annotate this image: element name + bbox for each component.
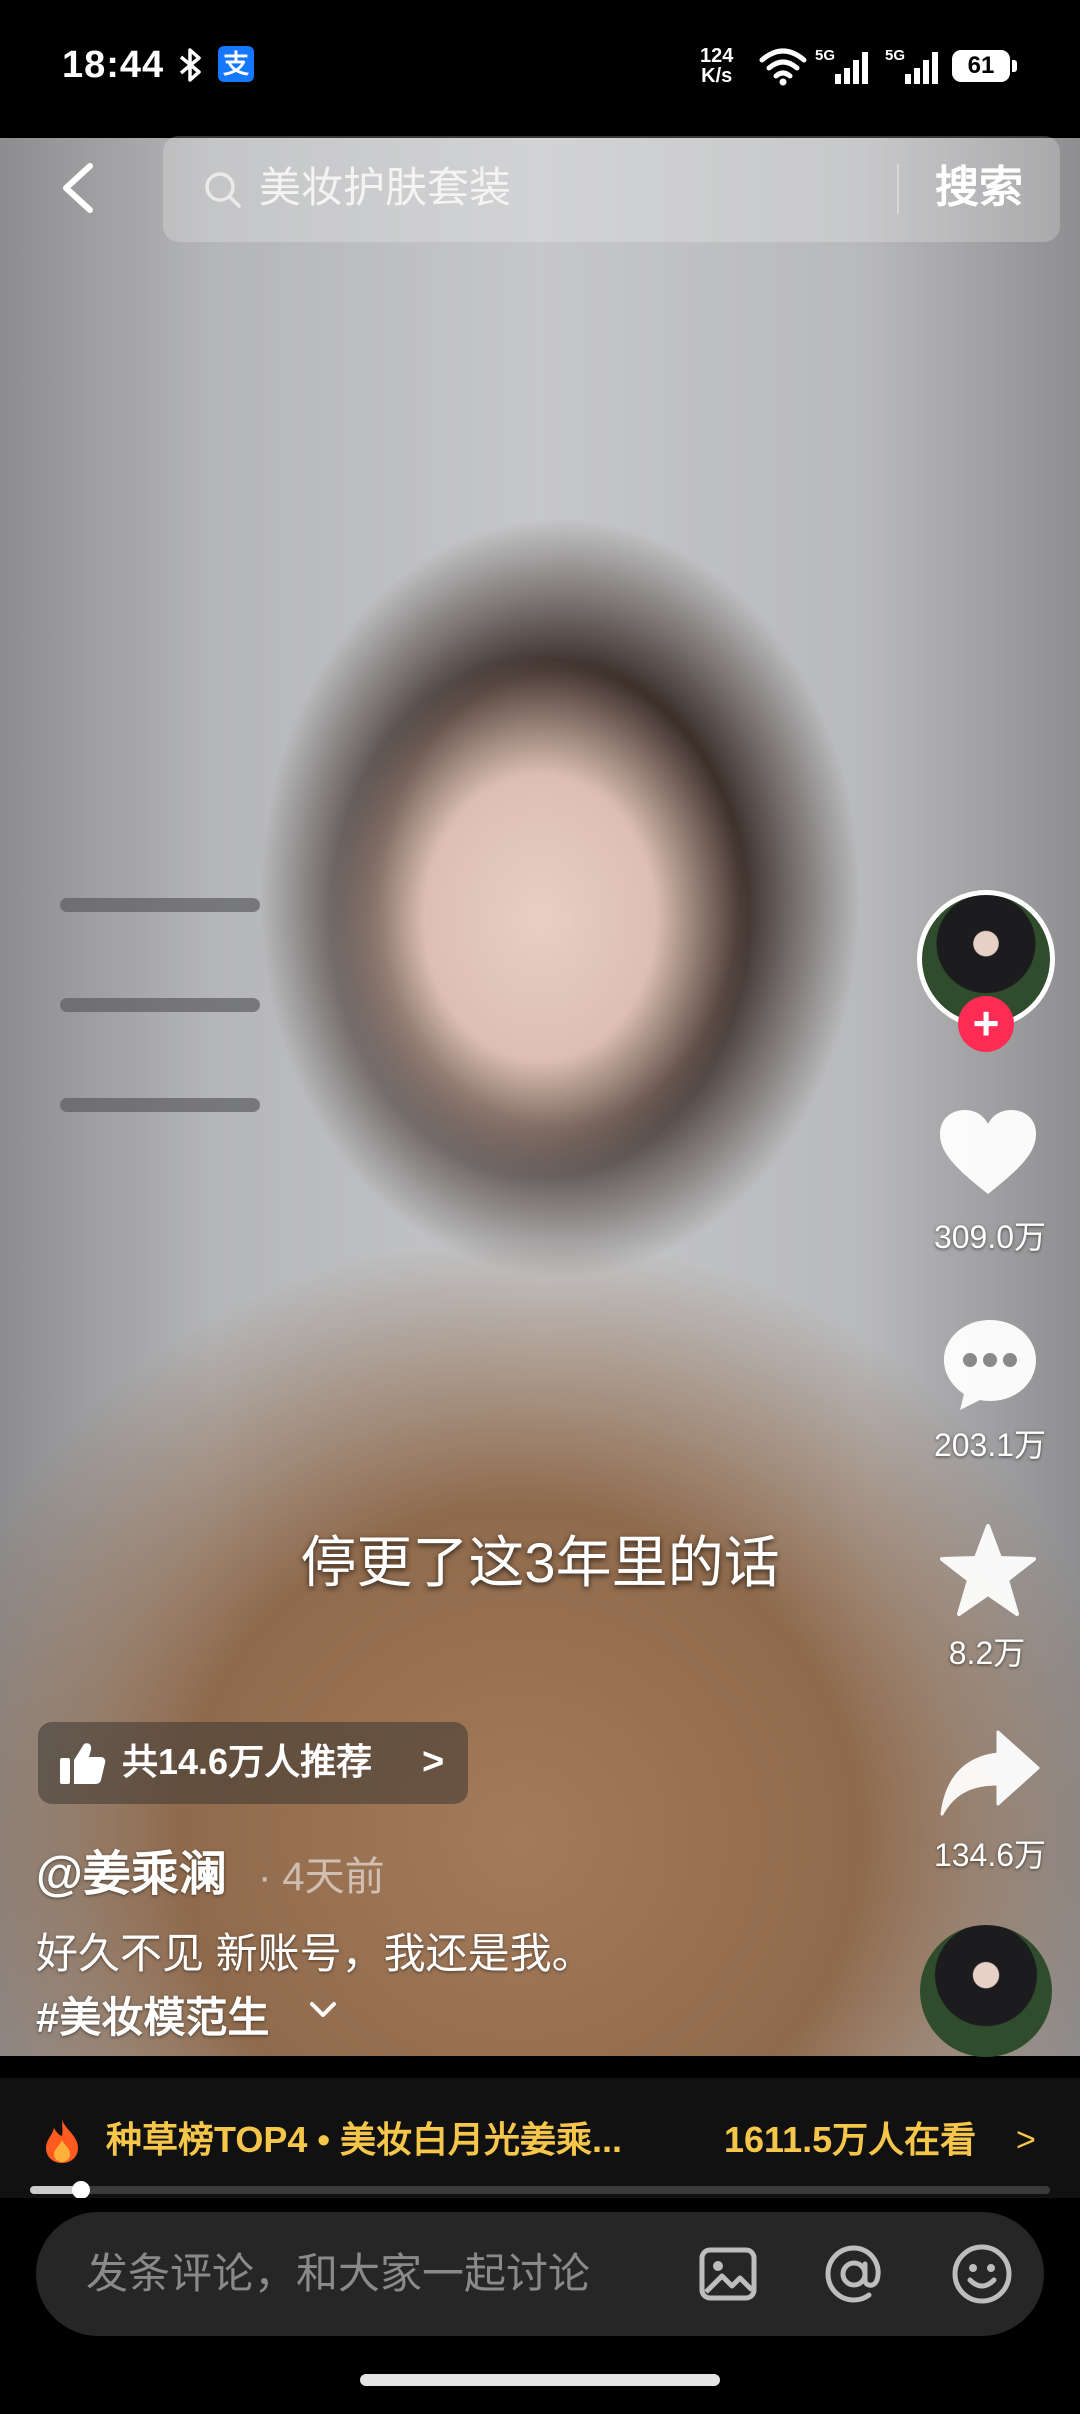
video-caption: 停更了这3年里的话: [300, 1531, 780, 1594]
star-icon[interactable]: [938, 1522, 1038, 1618]
recommend-pill[interactable]: 共14.6万人推荐 >: [38, 1722, 468, 1804]
net-speed-unit: K/s: [701, 65, 733, 87]
bluetooth-icon: [179, 48, 201, 82]
comment-count: 203.1万: [933, 1427, 1047, 1463]
alipay-icon: 支: [218, 46, 254, 82]
background-drawer-handle: [60, 1098, 260, 1112]
chevron-down-icon[interactable]: [308, 1998, 338, 2022]
recommend-count: 共14.6万人推荐: [122, 1741, 373, 1782]
follow-button[interactable]: +: [958, 996, 1014, 1052]
hashtag-link[interactable]: #美妆模范生: [36, 1984, 269, 2045]
back-icon[interactable]: [52, 160, 108, 216]
emoji-icon[interactable]: [950, 2242, 1014, 2306]
svg-text:5G: 5G: [885, 47, 905, 64]
search-icon: [205, 172, 241, 208]
share-count: 134.6万: [933, 1837, 1047, 1873]
signal-5g-icon: 5G: [885, 47, 938, 84]
comment-icon[interactable]: [940, 1316, 1040, 1412]
search-button[interactable]: 搜索: [935, 158, 1023, 218]
search-input[interactable]: 美妆护肤套装 搜索: [163, 136, 1060, 242]
at-mention-icon[interactable]: [822, 2242, 886, 2306]
favorite-count: 8.2万: [948, 1635, 1026, 1671]
author-name[interactable]: @姜乘澜: [36, 1834, 227, 1904]
ranking-bar[interactable]: 种草榜TOP4 • 美妆白月光姜乘... 1611.5万人在看 >: [0, 2078, 1080, 2198]
background-drawer-handle: [60, 898, 260, 912]
search-divider: [897, 164, 899, 214]
status-time: 18:44: [62, 44, 165, 86]
background-drawer-handle: [60, 998, 260, 1012]
viewer-count: 1611.5万人在看: [724, 2119, 977, 2160]
like-count: 309.0万: [933, 1219, 1047, 1255]
comment-placeholder: 发条评论，和大家一起讨论: [86, 2250, 591, 2297]
thumbs-up-icon: [60, 1743, 106, 1784]
playback-progress-bar[interactable]: [30, 2186, 1050, 2194]
ranking-text: 种草榜TOP4 • 美妆白月光姜乘...: [106, 2119, 622, 2160]
battery-icon: [1012, 60, 1017, 72]
post-description: 好久不见 新账号，我还是我。: [36, 1930, 594, 1977]
chevron-right-icon: >: [1016, 2121, 1036, 2159]
home-indicator[interactable]: [360, 2374, 720, 2386]
battery-level: 61: [952, 50, 1010, 82]
svg-text:5G: 5G: [815, 47, 835, 64]
music-disc[interactable]: [920, 1925, 1052, 2057]
net-speed-value: 124: [700, 45, 734, 67]
wifi-icon: [759, 48, 807, 86]
share-icon[interactable]: [938, 1728, 1042, 1818]
net-speed: 124 K/s: [700, 46, 733, 86]
progress-scrubber[interactable]: [72, 2181, 90, 2199]
chevron-right-icon: >: [422, 1741, 445, 1783]
image-icon[interactable]: [696, 2242, 760, 2306]
post-time: · 4天前: [258, 1855, 385, 1899]
signal-5g-icon: 5G: [815, 47, 868, 84]
comment-input[interactable]: 发条评论，和大家一起讨论: [36, 2212, 1044, 2336]
status-bar: 18:44 支 124 K/s 5G 5G 61: [0, 0, 1080, 138]
fire-icon: [46, 2120, 78, 2163]
heart-icon[interactable]: [938, 1108, 1038, 1198]
search-query: 美妆护肤套装: [259, 164, 512, 211]
